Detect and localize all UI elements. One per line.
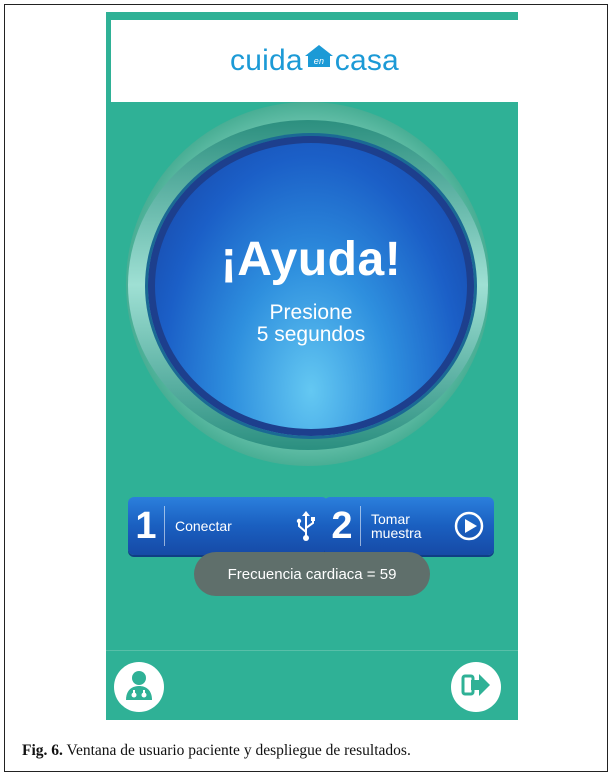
- caption-text: Ventana de usuario paciente y despliegue…: [62, 742, 411, 759]
- doctor-button[interactable]: [114, 662, 164, 712]
- phone-screen: cuida en casa ¡Ayuda! Presione 5 segundo…: [106, 12, 518, 720]
- connect-button[interactable]: 1 Conectar: [128, 497, 328, 555]
- house-icon: en: [304, 42, 334, 76]
- play-icon: [454, 511, 484, 541]
- logo-text-casa: casa: [334, 44, 399, 77]
- help-button[interactable]: ¡Ayuda! Presione 5 segundos: [148, 136, 474, 436]
- doctor-icon: [122, 668, 156, 707]
- toast-text: Frecuencia cardiaca = 59: [227, 565, 397, 583]
- take-sample-button[interactable]: 2 Tomar muestra: [324, 497, 494, 555]
- logo-text-en: en: [314, 56, 324, 66]
- connect-label: Conectar: [175, 518, 232, 534]
- help-instruction-line1: Presione: [269, 301, 353, 324]
- header-bar: cuida en casa: [111, 20, 518, 102]
- help-instruction-line2: 5 segundos: [256, 323, 366, 346]
- help-instruction: Presione 5 segundos: [148, 302, 474, 346]
- take-sample-label-line2: muestra: [371, 525, 422, 541]
- usb-icon: [294, 510, 318, 542]
- footer-divider: [106, 650, 518, 651]
- help-title: ¡Ayuda!: [220, 233, 402, 286]
- logo-text-cuida: cuida: [230, 44, 303, 77]
- take-sample-label: Tomar muestra: [371, 512, 422, 540]
- exit-button[interactable]: [451, 662, 501, 712]
- app-logo: cuida en casa: [230, 44, 399, 78]
- caption-label: Fig. 6.: [22, 742, 63, 759]
- exit-icon: [459, 668, 493, 707]
- step-number: 1: [128, 506, 165, 546]
- step-number: 2: [324, 506, 361, 546]
- heart-rate-toast: Frecuencia cardiaca = 59: [194, 552, 430, 596]
- figure-caption: Fig. 6. Ventana de usuario paciente y de…: [22, 742, 411, 760]
- take-sample-label-line1: Tomar: [371, 511, 410, 527]
